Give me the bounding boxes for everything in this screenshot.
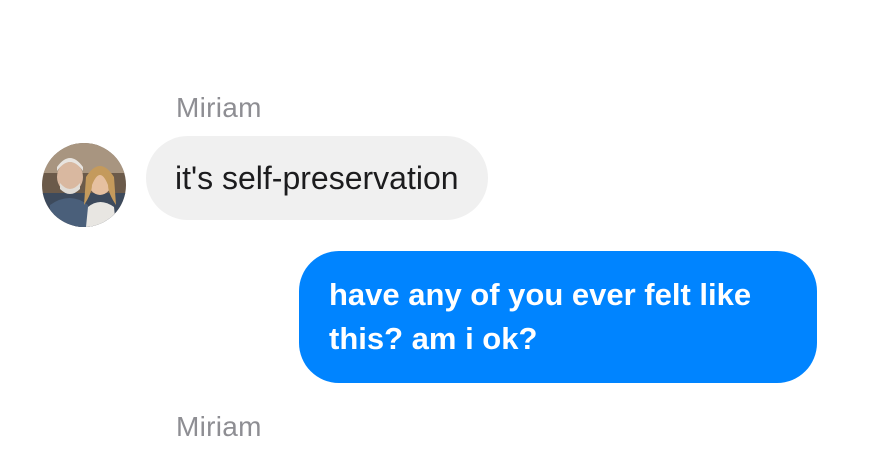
incoming-message-bubble[interactable]: it's self-preservation (146, 136, 488, 220)
chat-thread: Miriam it's self-preservation have any o… (0, 0, 869, 453)
avatar[interactable] (42, 143, 126, 227)
sender-name: Miriam (176, 411, 262, 442)
sender-name: Miriam (176, 92, 262, 123)
outgoing-message-bubble[interactable]: have any of you ever felt like this? am … (299, 251, 817, 383)
avatar-photo-icon (42, 143, 126, 227)
